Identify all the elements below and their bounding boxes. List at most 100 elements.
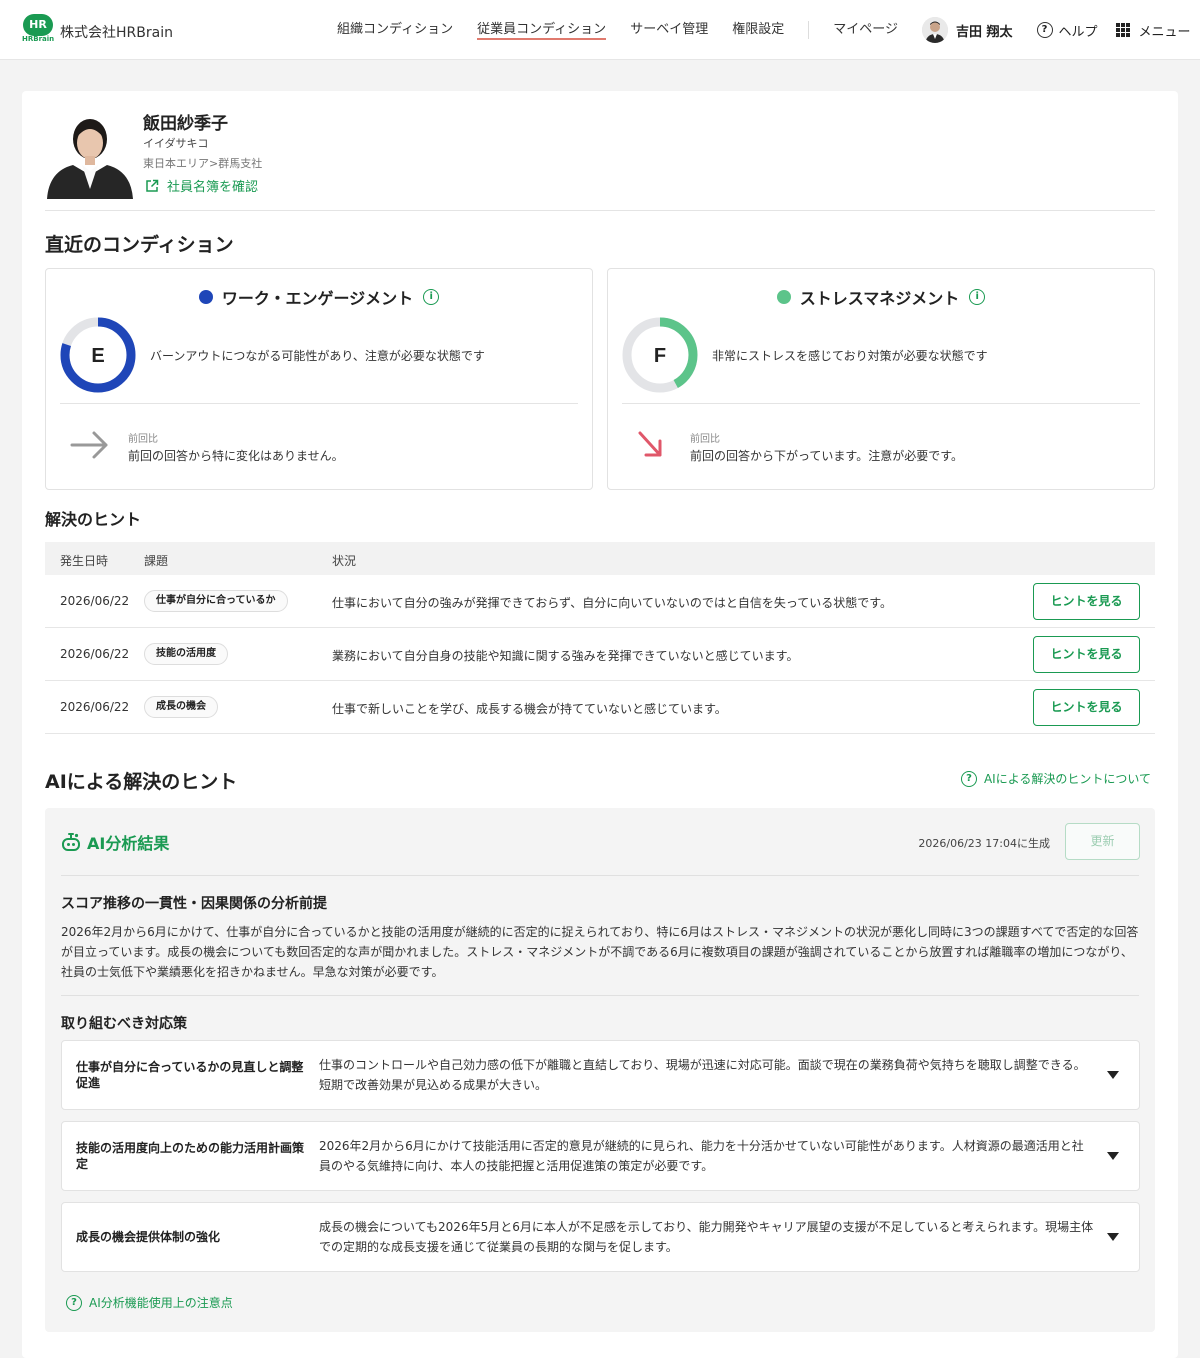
row-status: 業務において自分自身の技能や知識に関する強みを発揮できていないと感じています。 bbox=[332, 649, 799, 663]
profile-divider bbox=[45, 210, 1155, 211]
ai-caution-link[interactable]: ? AI分析機能使用上の注意点 bbox=[66, 1294, 233, 1311]
row-date: 2026/06/22 bbox=[60, 647, 130, 661]
engagement-grade: E bbox=[91, 345, 104, 367]
user-name: 吉田 翔太 bbox=[955, 24, 1013, 40]
work-engagement-title: ワーク・エンゲージメント bbox=[221, 289, 414, 308]
measure-desc: 成長の機会についても2026年5月と6月に本人が不足感を示しており、能力開発やキ… bbox=[319, 1220, 1094, 1254]
robot-icon bbox=[62, 833, 80, 851]
generated-timestamp: 2026/06/23 17:04に生成 bbox=[918, 837, 1050, 850]
green-dot-icon bbox=[776, 290, 791, 304]
help-label: ヘルプ bbox=[1058, 24, 1098, 40]
hrbrain-logo[interactable]: HR HRBrain bbox=[22, 14, 54, 46]
caret-down-icon[interactable] bbox=[1107, 1071, 1119, 1079]
measure-accordion[interactable]: 技能の活用度向上のための能力活用計画策定 2026年2月から6月にかけて技能活用… bbox=[61, 1121, 1140, 1191]
app-menu-button[interactable]: メニュー bbox=[1115, 21, 1191, 40]
row-date: 2026/06/22 bbox=[60, 594, 130, 608]
ai-result-title: AI分析結果 bbox=[87, 834, 170, 853]
analysis-title: スコア推移の一貫性・因果関係の分析前提 bbox=[61, 896, 327, 912]
card-divider bbox=[60, 403, 578, 404]
hints-title: 解決のヒント bbox=[45, 510, 142, 529]
measures-title: 取り組むべき対応策 bbox=[61, 1016, 187, 1032]
row-status: 仕事で新しいことを学び、成長する機会が持てていないと感じています。 bbox=[332, 702, 727, 716]
company-name: 株式会社HRBrain bbox=[60, 25, 173, 41]
user-menu[interactable]: 吉田 翔太 bbox=[921, 17, 1013, 43]
measure-title: 仕事が自分に合っているかの見直しと調整促進 bbox=[76, 1060, 304, 1090]
ai-divider bbox=[61, 995, 1139, 996]
work-engagement-title-row: ワーク・エンゲージメント i bbox=[46, 285, 592, 309]
question-icon: ? bbox=[960, 770, 977, 787]
update-button[interactable]: 更新 bbox=[1065, 823, 1140, 860]
grid-menu-icon bbox=[1115, 23, 1130, 37]
ai-about-label: AIによる解決のヒントについて bbox=[983, 772, 1151, 786]
logo-sub: HRBrain bbox=[22, 35, 55, 43]
menu-label: メニュー bbox=[1138, 24, 1191, 40]
measure-accordion[interactable]: 仕事が自分に合っているかの見直しと調整促進 仕事のコントロールや自己効力感の低下… bbox=[61, 1040, 1140, 1110]
ai-hints-title: AIによる解決のヒント bbox=[45, 771, 238, 793]
col-date: 発生日時 bbox=[60, 554, 109, 568]
row-date: 2026/06/22 bbox=[60, 700, 130, 714]
hints-table: 発生日時 課題 状況 2026/06/22 仕事が自分に合っているか 仕事におい… bbox=[45, 542, 1155, 734]
stress-compare-text: 前回の回答から下がっています。注意が必要です。 bbox=[690, 449, 964, 463]
ai-about-link[interactable]: ? AIによる解決のヒントについて bbox=[960, 770, 1151, 787]
stress-grade-ring: F bbox=[622, 317, 698, 393]
card-divider bbox=[622, 403, 1140, 404]
employee-directory-link[interactable]: 社員名簿を確認 bbox=[145, 176, 258, 195]
blue-dot-icon bbox=[198, 290, 213, 304]
view-hint-button[interactable]: ヒントを見る bbox=[1033, 689, 1140, 726]
issue-tag: 成長の機会 bbox=[144, 696, 218, 718]
nav-org-condition[interactable]: 組織コンディション bbox=[337, 0, 453, 60]
hints-table-header: 発生日時 課題 状況 bbox=[45, 542, 1155, 575]
external-link-icon bbox=[146, 179, 159, 192]
help-button[interactable]: ? ヘルプ bbox=[1036, 21, 1098, 40]
engagement-compare-label: 前回比 bbox=[128, 434, 158, 445]
arrow-down-right-icon bbox=[638, 431, 662, 457]
stress-management-card: ストレスマネジメント i F 非常にストレスを感じており対策が必要な状態です 前… bbox=[607, 268, 1155, 490]
question-icon: ? bbox=[66, 1294, 82, 1311]
ai-result-heading: AI分析結果 bbox=[61, 830, 169, 854]
measure-title: 技能の活用度向上のための能力活用計画策定 bbox=[76, 1141, 305, 1171]
employee-photo bbox=[45, 109, 135, 199]
info-icon[interactable]: i bbox=[423, 289, 440, 305]
nav-survey-admin[interactable]: サーベイ管理 bbox=[630, 0, 708, 60]
view-hint-button[interactable]: ヒントを見る bbox=[1033, 636, 1140, 673]
ai-analysis-panel: AI分析結果 2026/06/23 17:04に生成 更新 スコア推移の一貫性・… bbox=[45, 808, 1155, 1332]
table-row: 2026/06/22 技能の活用度 業務において自分自身の技能や知識に関する強み… bbox=[45, 628, 1155, 681]
stress-compare-label: 前回比 bbox=[690, 434, 720, 445]
info-icon[interactable]: i bbox=[969, 289, 986, 305]
measure-accordion[interactable]: 成長の機会提供体制の強化 成長の機会についても2026年5月と6月に本人が不足感… bbox=[61, 1202, 1140, 1272]
stress-title: ストレスマネジメント bbox=[799, 289, 960, 308]
caret-down-icon[interactable] bbox=[1107, 1152, 1119, 1160]
arrow-right-icon bbox=[70, 431, 108, 459]
top-header: HR HRBrain 株式会社HRBrain 組織コンディション 従業員コンディ… bbox=[0, 0, 1200, 60]
issue-tag: 仕事が自分に合っているか bbox=[144, 590, 288, 612]
nav-permissions[interactable]: 権限設定 bbox=[732, 0, 784, 60]
stress-title-row: ストレスマネジメント i bbox=[608, 285, 1154, 309]
recent-condition-title: 直近のコンディション bbox=[45, 234, 234, 256]
analysis-text: 2026年2月から6月にかけて、仕事が自分に合っているかと技能の活用度が継続的に… bbox=[61, 925, 1139, 979]
logo-badge: HR bbox=[23, 14, 53, 36]
employee-org: 東日本エリア>群馬支社 bbox=[143, 157, 263, 170]
directory-link-label: 社員名簿を確認 bbox=[167, 180, 259, 195]
col-issue: 課題 bbox=[144, 554, 169, 568]
question-icon: ? bbox=[1036, 22, 1053, 38]
nav-employee-condition[interactable]: 従業員コンディション bbox=[477, 0, 607, 60]
engagement-desc: バーンアウトにつながる可能性があり、注意が必要な状態です bbox=[150, 349, 485, 363]
view-hint-button[interactable]: ヒントを見る bbox=[1033, 583, 1140, 620]
measure-desc: 2026年2月から6月にかけて技能活用に否定的意見が継続的に見られ、能力を十分活… bbox=[319, 1139, 1084, 1173]
ai-divider bbox=[61, 875, 1139, 876]
col-status: 状況 bbox=[332, 554, 357, 568]
measure-desc: 仕事のコントロールや自己効力感の低下が離職と直結しており、現場が迅速に対応可能。… bbox=[319, 1058, 1086, 1092]
work-engagement-card: ワーク・エンゲージメント i E バーンアウトにつながる可能性があり、注意が必要… bbox=[45, 268, 593, 490]
employee-detail-card: 飯田紗季子 イイダサキコ 東日本エリア>群馬支社 社員名簿を確認 直近のコンディ… bbox=[22, 91, 1178, 1358]
avatar bbox=[921, 17, 948, 43]
global-nav: 組織コンディション 従業員コンディション サーベイ管理 権限設定 マイページ 吉… bbox=[337, 0, 1191, 60]
employee-name: 飯田紗季子 bbox=[143, 114, 228, 134]
employee-kana: イイダサキコ bbox=[143, 137, 209, 150]
caret-down-icon[interactable] bbox=[1107, 1233, 1119, 1241]
nav-mypage[interactable]: マイページ bbox=[833, 0, 898, 60]
table-row: 2026/06/22 成長の機会 仕事で新しいことを学び、成長する機会が持ててい… bbox=[45, 681, 1155, 734]
issue-tag: 技能の活用度 bbox=[144, 643, 228, 665]
row-status: 仕事において自分の強みが発揮できておらず、自分に向いていないのではと自信を失って… bbox=[332, 596, 893, 610]
engagement-grade-ring: E bbox=[60, 317, 136, 393]
stress-desc: 非常にストレスを感じており対策が必要な状態です bbox=[712, 349, 988, 363]
